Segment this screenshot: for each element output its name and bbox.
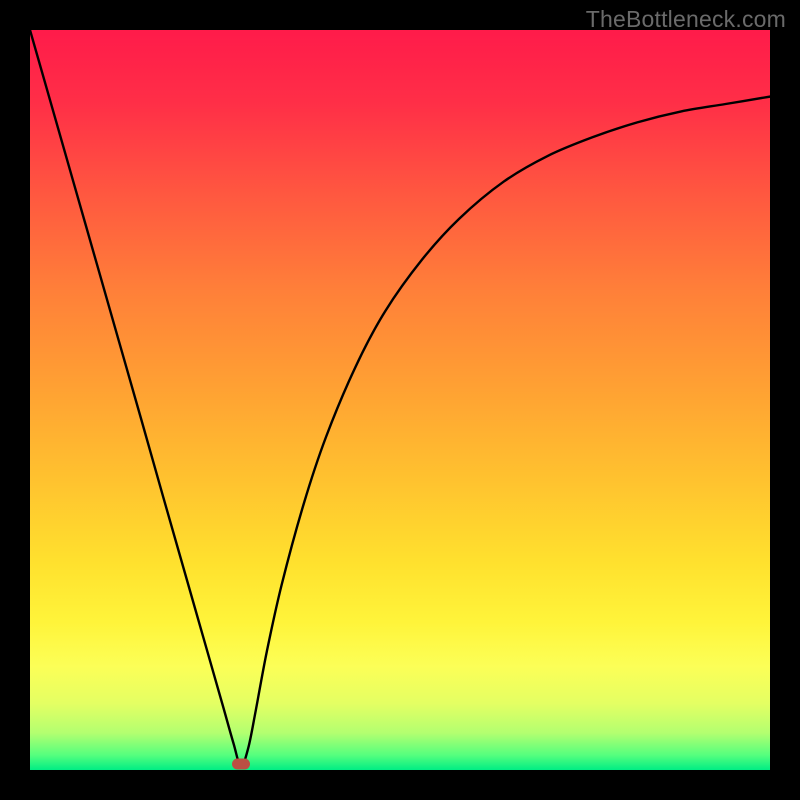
curve-minimum-marker — [232, 759, 250, 770]
watermark-text: TheBottleneck.com — [586, 6, 786, 33]
plot-area — [30, 30, 770, 770]
bottleneck-curve — [30, 30, 770, 770]
chart-frame: TheBottleneck.com — [0, 0, 800, 800]
